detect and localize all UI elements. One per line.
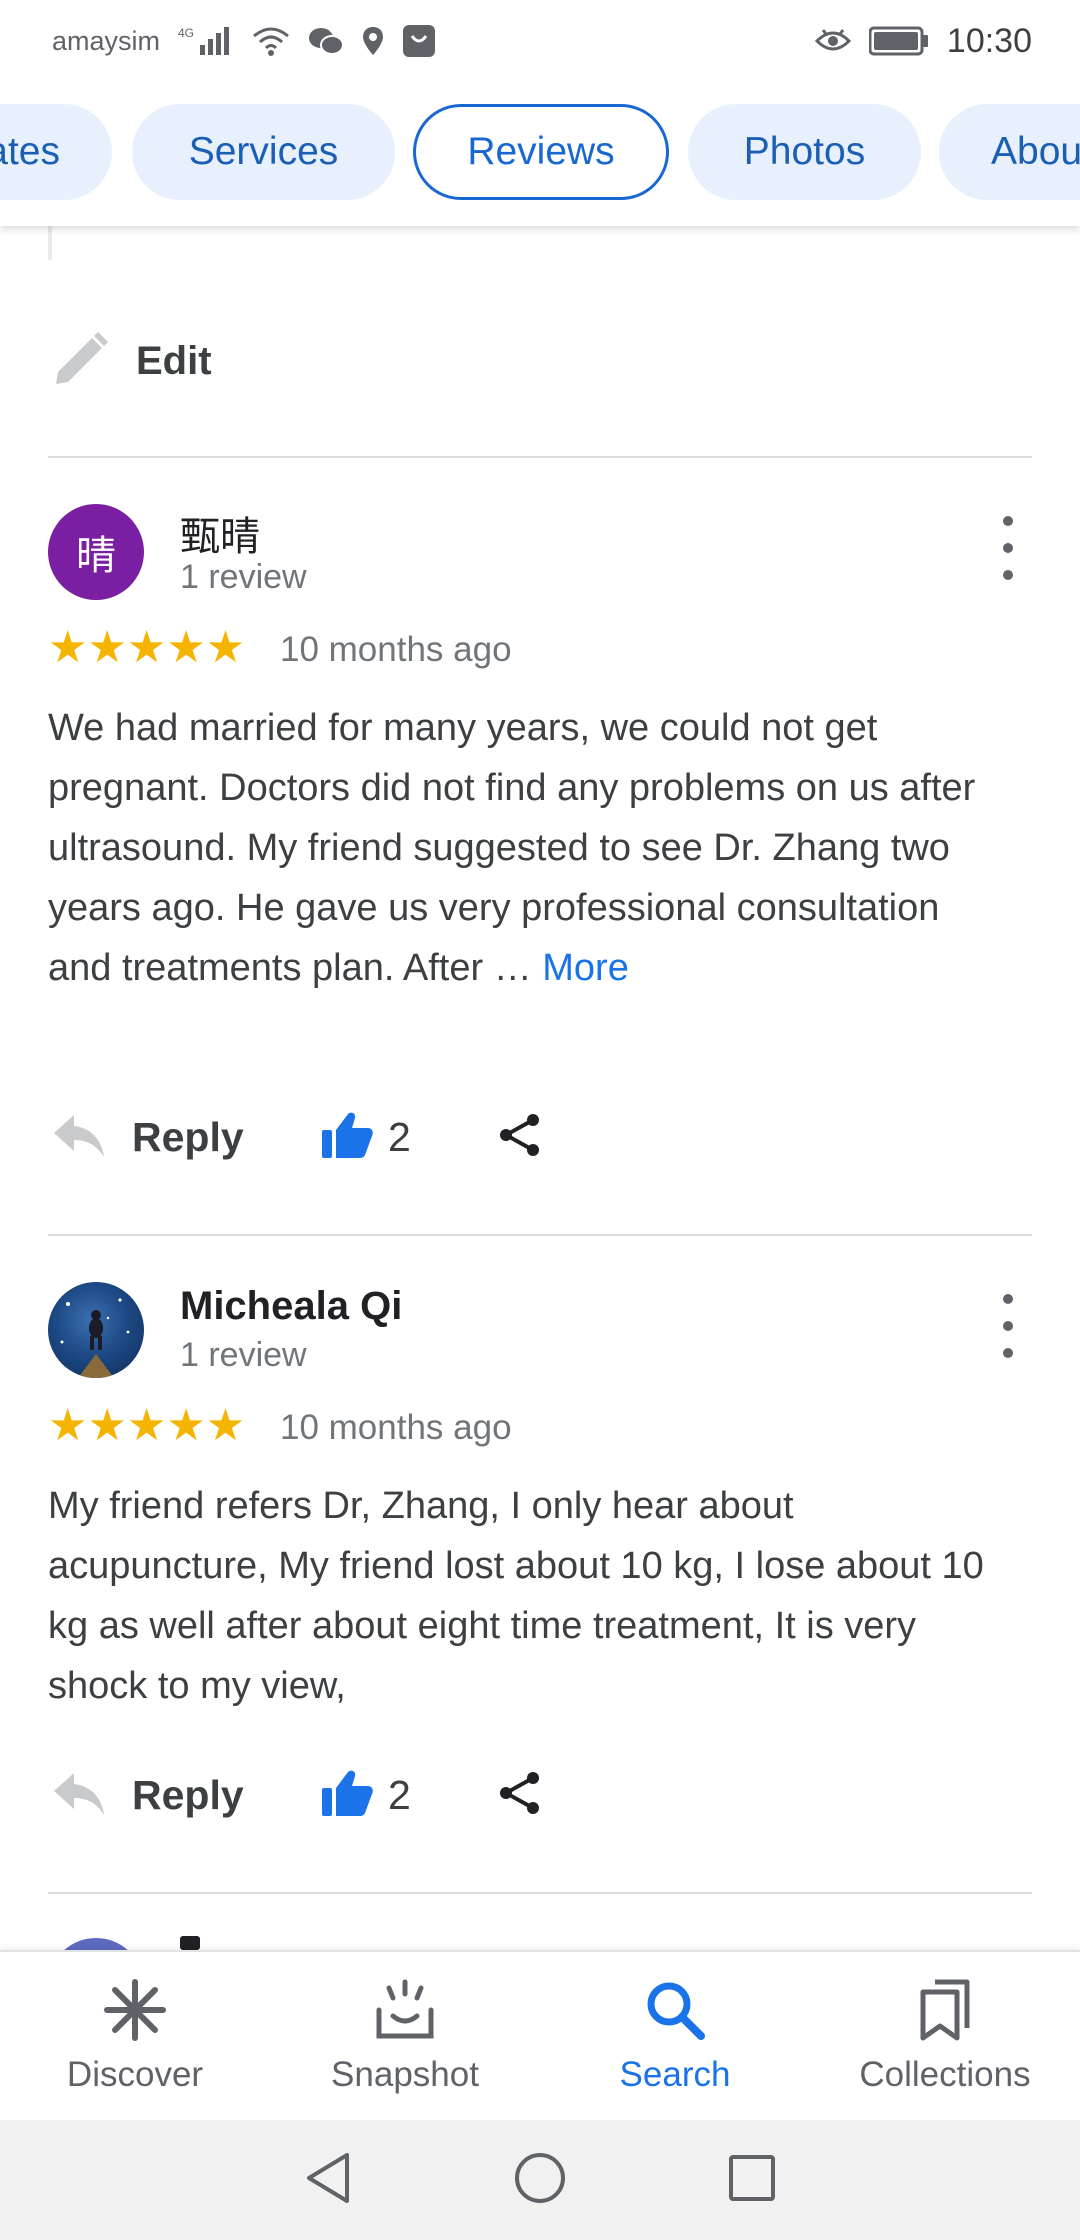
avatar-initial: 晴 [76, 534, 116, 578]
tab-photos-label: Photos [743, 130, 866, 173]
more-options-icon[interactable] [996, 1294, 1020, 1358]
collections-icon [913, 1978, 977, 2047]
nav-discover[interactable]: Discover [0, 1952, 270, 2120]
tab-services-label: Services [188, 130, 339, 173]
carrier-label: amaysim [52, 25, 161, 56]
reply-label: Reply [132, 1771, 244, 1818]
system-navigation-bar [0, 2120, 1080, 2240]
back-icon[interactable] [303, 2151, 353, 2210]
bottom-navigation: Discover Snapshot Search Collections [0, 1950, 1080, 2120]
reply-icon [52, 1769, 108, 1822]
share-button[interactable] [496, 1102, 544, 1172]
share-icon [496, 1769, 544, 1822]
divider [48, 1892, 1032, 1894]
reply-label: Reply [132, 1113, 244, 1160]
more-link[interactable]: More [542, 947, 629, 989]
review-body: My friend refers Dr, Zhang, I only hear … [48, 1485, 984, 1707]
shopping-bag-icon [402, 24, 436, 58]
reviewer-name-partial [180, 1936, 200, 1950]
review-body: We had married for many years, we could … [48, 707, 976, 989]
like-button[interactable]: 2 [320, 1102, 411, 1172]
status-left: amaysim 4G [52, 24, 436, 58]
review-age: 10 months ago [280, 1408, 512, 1447]
eye-icon [814, 27, 851, 55]
nav-collections[interactable]: Collections [810, 1952, 1080, 2120]
review-actions: Reply 2 [52, 1102, 652, 1172]
reply-button[interactable]: Reply [52, 1102, 244, 1172]
tab-about-label: Abou [991, 130, 1080, 173]
nav-search[interactable]: Search [540, 1952, 810, 2120]
search-icon [643, 1978, 707, 2047]
recents-icon[interactable] [727, 2153, 777, 2208]
review-text: My friend refers Dr, Zhang, I only hear … [48, 1476, 988, 1716]
reviewer-name[interactable]: 甄晴 [180, 504, 260, 562]
clock: 10:30 [946, 21, 1032, 60]
avatar[interactable]: 晴 [48, 504, 144, 600]
avatar-image [60, 1298, 130, 1378]
nav-collections-label: Collections [859, 2054, 1031, 2094]
home-icon[interactable] [513, 2151, 567, 2210]
like-count: 2 [388, 1771, 411, 1818]
location-icon [362, 26, 384, 56]
divider [48, 456, 1032, 458]
thumbs-up-icon [320, 1110, 374, 1165]
review-text: We had married for many years, we could … [48, 698, 988, 998]
wifi-icon [252, 26, 290, 56]
battery-icon [868, 26, 929, 56]
nav-snapshot-label: Snapshot [331, 2054, 479, 2094]
avatar[interactable] [48, 1282, 144, 1378]
like-count: 2 [388, 1113, 411, 1160]
like-button[interactable]: 2 [320, 1760, 411, 1830]
status-bar: amaysim 4G 10:30 [0, 0, 1080, 82]
snapshot-icon [373, 1978, 437, 2047]
share-button[interactable] [496, 1760, 544, 1830]
chip-tab-bar: ates Services Reviews Photos Abou [0, 82, 1080, 226]
review-actions: Reply 2 [52, 1760, 652, 1830]
star-rating: ★★★★★ [48, 623, 246, 672]
reviewer-review-count: 1 review [180, 558, 307, 596]
edit-button[interactable]: Edit [52, 330, 212, 393]
share-icon [496, 1111, 544, 1164]
signal-icon: 4G [178, 25, 234, 57]
asterisk-icon [103, 1978, 167, 2047]
thumbs-up-icon [320, 1768, 374, 1823]
quote-rule [48, 226, 52, 260]
pencil-icon [52, 330, 110, 393]
nav-search-label: Search [619, 2054, 731, 2094]
tab-photos[interactable]: Photos [688, 104, 921, 200]
tab-services[interactable]: Services [132, 104, 395, 200]
tab-reviews[interactable]: Reviews [413, 104, 669, 200]
more-options-icon[interactable] [996, 516, 1020, 580]
status-right: 10:30 [814, 21, 1032, 61]
edit-label: Edit [136, 339, 212, 383]
tab-updates[interactable]: ates [0, 104, 112, 200]
star-rating: ★★★★★ [48, 1401, 246, 1450]
reviewer-name[interactable]: Micheala Qi [180, 1284, 402, 1329]
tab-updates-label: ates [0, 130, 60, 173]
network-type-label: 4G [178, 26, 194, 40]
wechat-icon [308, 26, 345, 56]
tab-reviews-label: Reviews [467, 130, 615, 173]
reply-button[interactable]: Reply [52, 1760, 244, 1830]
nav-snapshot[interactable]: Snapshot [270, 1952, 540, 2120]
tab-about[interactable]: Abou [939, 104, 1080, 200]
nav-discover-label: Discover [66, 2054, 204, 2094]
divider [48, 1234, 1032, 1236]
reply-icon [52, 1111, 108, 1164]
review-age: 10 months ago [280, 630, 512, 669]
reviewer-review-count: 1 review [180, 1336, 307, 1374]
